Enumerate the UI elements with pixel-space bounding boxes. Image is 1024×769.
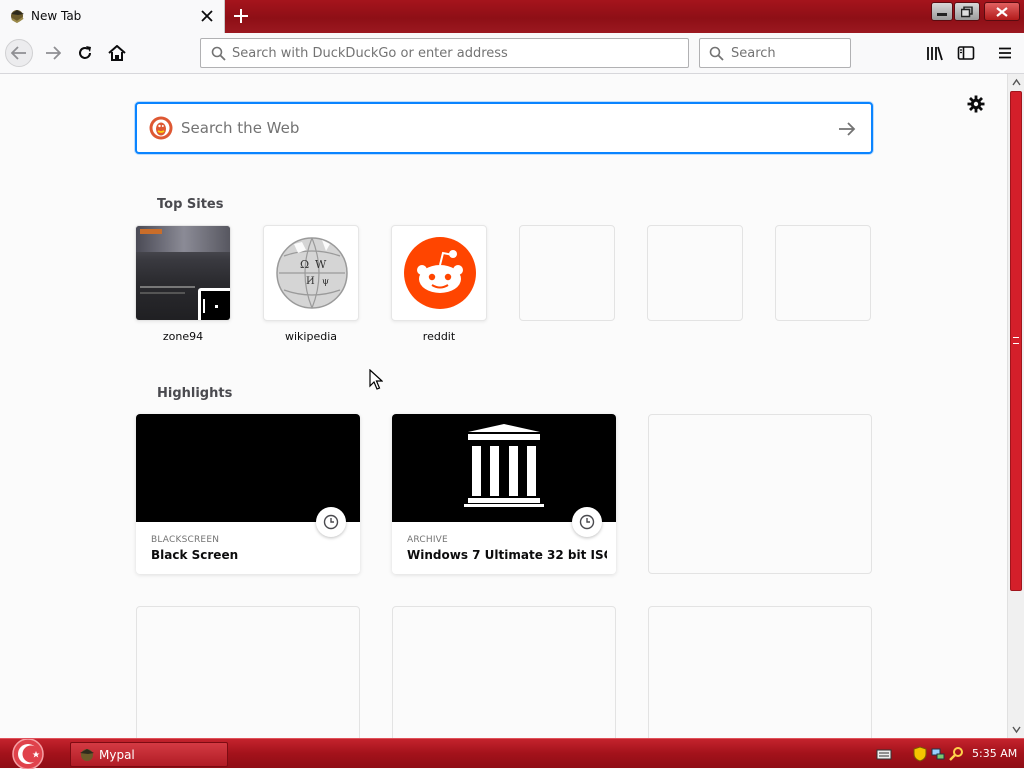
top-site-label: wikipedia xyxy=(284,330,337,343)
arrow-right-icon[interactable] xyxy=(837,119,857,139)
shield-icon[interactable] xyxy=(912,746,928,762)
svg-text:И: И xyxy=(306,276,315,287)
close-window-button[interactable] xyxy=(984,2,1020,21)
search-icon xyxy=(211,46,226,61)
forward-arrow-icon xyxy=(46,46,61,60)
gear-icon[interactable] xyxy=(966,94,986,114)
tab-title: New Tab xyxy=(31,9,82,23)
tab-new-tab[interactable]: New Tab xyxy=(0,0,225,33)
empty-top-site-slot xyxy=(647,225,743,321)
highlight-thumbnail xyxy=(392,414,616,522)
top-site-label: zone94 xyxy=(162,330,204,343)
close-tab-icon[interactable] xyxy=(199,7,215,25)
taskbar-clock[interactable]: 5:35 AM xyxy=(972,747,1017,760)
empty-highlight-slot xyxy=(648,606,872,738)
menu-button[interactable] xyxy=(991,39,1019,67)
minimize-button[interactable] xyxy=(931,2,953,21)
taskbar-app-label: Mypal xyxy=(99,748,135,762)
reddit-alien-icon xyxy=(404,237,476,309)
top-site-label: reddit xyxy=(422,330,456,343)
top-site-tile-reddit[interactable] xyxy=(391,225,487,321)
vertical-scrollbar[interactable] xyxy=(1007,74,1024,738)
nav-toolbar xyxy=(0,33,1024,74)
empty-top-site-slot xyxy=(775,225,871,321)
hamburger-menu-icon xyxy=(999,47,1011,59)
home-icon xyxy=(108,45,126,61)
mypal-app-icon xyxy=(80,749,94,761)
mouse-cursor-icon xyxy=(369,369,383,390)
empty-highlight-slot xyxy=(392,606,616,738)
restore-icon xyxy=(961,6,973,17)
newtab-page: Top Sites zone94 Ω W И ψ xyxy=(0,74,1007,738)
archive-building-icon xyxy=(464,424,544,507)
highlight-card-archive[interactable]: ARCHIVE Windows 7 Ultimate 32 bit ISO (.… xyxy=(392,414,616,574)
taskbar-app-mypal[interactable]: Mypal xyxy=(70,742,228,767)
new-tab-button[interactable] xyxy=(229,3,253,29)
title-bar: New Tab xyxy=(0,0,1024,33)
search-input[interactable] xyxy=(731,39,846,67)
scrollbar-thumb[interactable] xyxy=(1010,91,1022,591)
highlight-thumbnail xyxy=(136,414,360,522)
web-search-box[interactable] xyxy=(135,102,873,154)
taskbar: Mypal 5:35 AM xyxy=(0,738,1024,769)
forward-button[interactable] xyxy=(39,39,67,67)
url-bar[interactable] xyxy=(200,38,689,68)
highlight-source: BLACKSCREEN xyxy=(151,535,220,545)
keyboard-icon[interactable] xyxy=(876,746,892,762)
scroll-up-icon[interactable] xyxy=(1012,78,1021,87)
highlight-card-black-screen[interactable]: BLACKSCREEN Black Screen xyxy=(136,414,360,574)
sidebar-icon xyxy=(957,46,975,60)
duckduckgo-logo-icon xyxy=(149,116,173,140)
network-icon[interactable] xyxy=(930,746,946,762)
reload-button[interactable] xyxy=(71,39,99,67)
back-button[interactable] xyxy=(5,39,33,67)
app-favicon-icon xyxy=(11,10,24,24)
highlight-title: Black Screen xyxy=(151,548,239,562)
library-button[interactable] xyxy=(921,39,949,67)
web-search-input[interactable] xyxy=(181,104,821,152)
clock-icon xyxy=(316,507,346,537)
svg-text:ψ: ψ xyxy=(322,277,329,287)
zone94-favicon-icon xyxy=(198,288,230,320)
svg-text:Ω: Ω xyxy=(300,258,309,271)
sidebar-button[interactable] xyxy=(952,39,980,67)
home-button[interactable] xyxy=(103,39,131,67)
top-site-tile-wikipedia[interactable]: Ω W И ψ xyxy=(263,225,359,321)
search-bar[interactable] xyxy=(699,38,851,68)
top-sites-heading: Top Sites xyxy=(157,197,224,212)
empty-highlight-slot xyxy=(648,414,872,574)
library-icon xyxy=(927,46,943,61)
url-input[interactable] xyxy=(232,39,682,67)
reload-icon xyxy=(79,46,91,59)
start-button[interactable] xyxy=(10,739,46,769)
scroll-down-icon[interactable] xyxy=(1012,725,1021,734)
close-icon xyxy=(996,6,1008,17)
empty-highlight-slot xyxy=(136,606,360,738)
empty-top-site-slot xyxy=(519,225,615,321)
search-icon xyxy=(709,46,724,61)
minimize-icon xyxy=(937,12,947,16)
highlight-title: Windows 7 Ultimate 32 bit ISO (... xyxy=(407,548,607,562)
wikipedia-globe-icon: Ω W И ψ xyxy=(276,237,348,309)
svg-text:W: W xyxy=(315,258,327,271)
highlight-source: ARCHIVE xyxy=(407,535,448,545)
top-site-tile-zone94[interactable] xyxy=(135,225,231,321)
back-arrow-icon xyxy=(11,46,26,60)
restore-button[interactable] xyxy=(954,2,980,21)
search-icon[interactable] xyxy=(949,746,965,762)
highlights-heading: Highlights xyxy=(157,386,233,401)
clock-icon xyxy=(572,507,602,537)
